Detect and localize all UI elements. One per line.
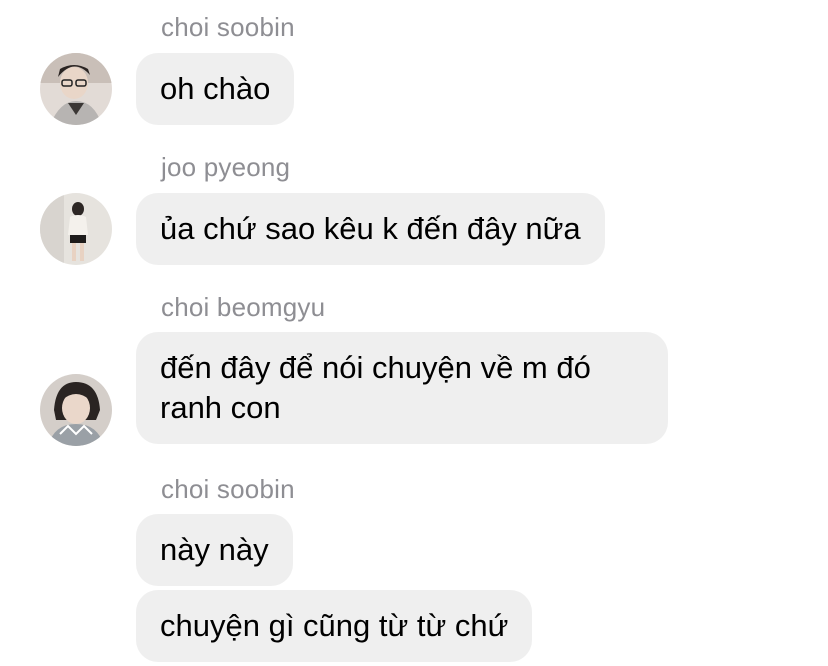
sender-name: choi soobin xyxy=(161,474,295,504)
avatar-choi-soobin[interactable] xyxy=(40,53,112,125)
chat-thread: choi soobin oh chào joo pyeong ủa chứ sa… xyxy=(0,0,828,666)
sender-name: joo pyeong xyxy=(161,152,291,182)
message-bubble[interactable]: chuyện gì cũng từ từ chứ xyxy=(136,590,533,662)
avatar-joo-pyeong[interactable] xyxy=(40,193,112,265)
sender-name: choi beomgyu xyxy=(161,292,326,322)
message-bubble[interactable]: ủa chứ sao kêu k đến đây nữa xyxy=(136,193,605,265)
message-bubble[interactable]: này này xyxy=(136,514,293,586)
message-bubble[interactable]: oh chào xyxy=(136,53,295,125)
sender-name: choi soobin xyxy=(161,12,295,42)
message-bubble[interactable]: đến đây để nói chuyện về m đó ranh con xyxy=(136,332,668,444)
avatar-choi-beomgyu[interactable] xyxy=(40,374,112,446)
